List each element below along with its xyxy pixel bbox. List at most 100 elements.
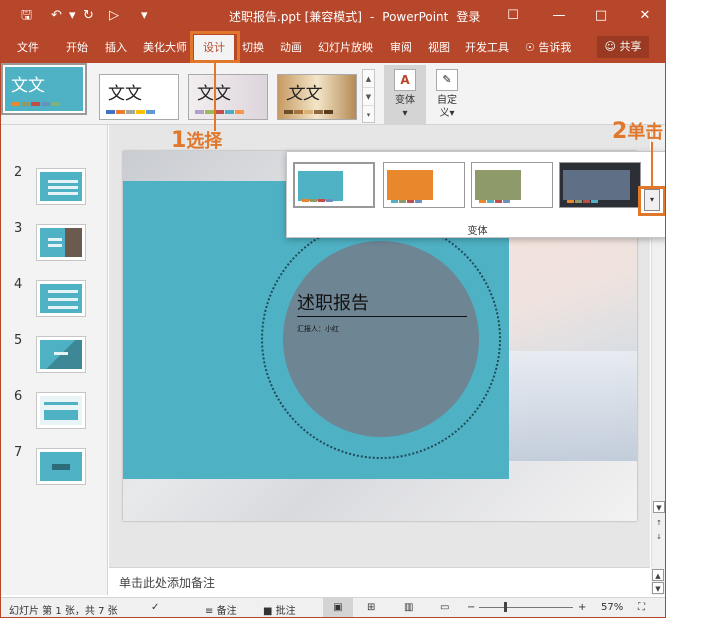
maximize-icon[interactable]: □: [589, 5, 613, 27]
notes-placeholder[interactable]: 单击此处添加备注: [119, 574, 215, 591]
customize-button[interactable]: ✎ 自定 义▾: [431, 65, 463, 125]
tell-me[interactable]: ☉ 告诉我: [525, 39, 571, 55]
document-title: 述职报告.ppt [兼容模式]: [229, 10, 362, 24]
slide-thumbnail-item[interactable]: 4: [1, 277, 106, 321]
zoom-slider[interactable]: [479, 607, 573, 608]
tab-animations[interactable]: 动画: [280, 39, 302, 55]
ribbon-display-icon[interactable]: ☐: [501, 5, 525, 27]
theme-thumbnail-2[interactable]: 文文: [99, 74, 179, 120]
scroll-down-icon[interactable]: ▼: [653, 501, 665, 513]
tab-beautify[interactable]: 美化大师: [143, 39, 187, 55]
previous-slide-icon[interactable]: ↑: [653, 517, 665, 529]
variant-option-2[interactable]: [383, 162, 465, 208]
lightbulb-icon: ☉: [525, 41, 535, 54]
tab-home[interactable]: 开始: [66, 39, 88, 55]
slide-number: 2: [14, 165, 23, 180]
tab-file[interactable]: 文件: [17, 39, 39, 55]
variant-icon: A: [394, 69, 416, 91]
slideshow-view-icon[interactable]: ▭: [440, 602, 449, 613]
slide-number: 3: [14, 221, 23, 236]
chevron-down-icon[interactable]: ▾: [69, 7, 76, 25]
person-icon: ☺: [604, 40, 616, 53]
variant-option-1[interactable]: [293, 162, 375, 208]
redo-icon[interactable]: ↻: [83, 7, 94, 25]
gallery-more-icon[interactable]: ▾: [363, 106, 374, 124]
share-label: 共享: [619, 40, 642, 53]
slide-circle: [283, 241, 479, 437]
slide-title[interactable]: 述职报告: [297, 289, 369, 315]
status-bar: 幻灯片 第 1 张，共 7 张 ✓ ≡ 备注 ■ 批注 ▣ ⊞ ▥ ▭ − + …: [1, 597, 665, 617]
tab-review[interactable]: 审阅: [390, 39, 412, 55]
annotation-1-pointer: [214, 63, 216, 131]
variant-option-3[interactable]: [471, 162, 553, 208]
theme-thumbnail-1[interactable]: 文文: [1, 63, 87, 115]
slide-counter: 幻灯片 第 1 张，共 7 张: [9, 606, 118, 617]
notes-toggle[interactable]: ≡ 备注: [205, 602, 237, 617]
chevron-down-icon: ▾: [449, 108, 455, 119]
minimize-icon[interactable]: —: [547, 5, 571, 27]
zoom-out-icon[interactable]: −: [467, 602, 475, 613]
slide-thumbnail-item[interactable]: 5: [1, 333, 106, 377]
annotation-step-1: 1选择: [171, 127, 222, 153]
comments-toggle[interactable]: ■ 批注: [263, 602, 296, 617]
tab-insert[interactable]: 插入: [105, 39, 127, 55]
annotation-step-1-text: 选择: [186, 131, 223, 152]
zoom-slider-thumb[interactable]: [504, 602, 507, 612]
powerpoint-window: 🖫 ↶ ▾ ↻ ▷ ▾ 述职报告.ppt [兼容模式] - PowerPoint 登录…: [0, 0, 666, 618]
variant-button[interactable]: A 变体 ▾: [384, 65, 426, 125]
chevron-down-icon[interactable]: ▼: [363, 88, 374, 106]
theme-gallery-scroll[interactable]: ▲ ▼ ▾: [362, 69, 375, 123]
tab-transitions[interactable]: 切换: [242, 39, 264, 55]
notes-scrollbar[interactable]: ▲ ▼: [651, 567, 665, 595]
comments-label: 批注: [275, 606, 296, 617]
customize-label-2: 义: [439, 108, 450, 119]
tell-me-label: 告诉我: [538, 41, 572, 54]
design-ribbon: 文文 文文 文文 文文 ▲ ▼ ▾ 主 A 变体 ▾ ✎ 自定: [1, 63, 665, 150]
spellcheck-icon[interactable]: ✓: [151, 602, 159, 613]
slide-thumbnail-item[interactable]: 6: [1, 389, 106, 433]
share-button[interactable]: ☺ 共享: [597, 36, 649, 58]
customize-label-1: 自定: [437, 95, 457, 106]
tab-developer[interactable]: 开发工具: [465, 39, 509, 55]
slide-thumbnail-item[interactable]: 3: [1, 221, 106, 265]
variant-label: 变体: [395, 95, 415, 106]
theme-label: 文文: [286, 84, 320, 104]
slideshow-start-icon[interactable]: ▷: [109, 7, 119, 25]
chevron-up-icon[interactable]: ▲: [363, 70, 374, 88]
fit-to-window-icon[interactable]: ⛶: [638, 602, 645, 613]
customize-icon: ✎: [436, 69, 458, 91]
slide-subtitle[interactable]: 汇报人：小红: [297, 324, 339, 334]
close-icon[interactable]: ✕: [633, 5, 657, 27]
tab-view[interactable]: 视图: [428, 39, 450, 55]
reading-view-icon[interactable]: ▥: [404, 602, 413, 613]
save-icon[interactable]: 🖫: [21, 7, 32, 25]
annotation-2-pointer: [651, 142, 653, 188]
theme-thumbnail-4[interactable]: 文文: [277, 74, 357, 120]
slide-thumbnail-item[interactable]: 2: [1, 165, 106, 209]
zoom-level[interactable]: 57%: [601, 602, 623, 613]
app-name: PowerPoint: [382, 10, 449, 24]
slide-thumbnail-item[interactable]: 7: [1, 445, 106, 489]
normal-view-icon[interactable]: ▣: [323, 598, 353, 617]
login-link[interactable]: 登录: [456, 10, 480, 24]
zoom-in-icon[interactable]: +: [578, 602, 586, 613]
tab-design-highlight: [190, 31, 240, 63]
annotation-step-2: 2单击: [612, 118, 663, 144]
comment-icon: ■: [263, 606, 273, 617]
tab-slideshow[interactable]: 幻灯片放映: [318, 39, 373, 55]
chevron-up-icon[interactable]: ▲: [652, 569, 664, 581]
slide-title-underline: [297, 316, 467, 317]
undo-icon[interactable]: ↶: [51, 7, 62, 25]
annotation-step-1-number: 1: [171, 128, 187, 153]
ribbon-tabs: 文件 开始 插入 美化大师 设计 切换 动画 幻灯片放映 审阅 视图 开发工具 …: [1, 31, 665, 63]
theme-label: 文文: [108, 84, 142, 104]
slide-sorter-icon[interactable]: ⊞: [367, 602, 375, 613]
customize-toolbar-icon[interactable]: ▾: [141, 7, 148, 25]
notes-label: 备注: [216, 606, 237, 617]
variant-option-4[interactable]: [559, 162, 641, 208]
next-slide-icon[interactable]: ↓: [653, 531, 665, 543]
chevron-down-icon[interactable]: ▼: [652, 582, 664, 594]
slide-number: 7: [14, 445, 23, 460]
theme-thumbnail-3[interactable]: 文文: [188, 74, 268, 120]
notes-pane[interactable]: 单击此处添加备注: [109, 567, 650, 595]
